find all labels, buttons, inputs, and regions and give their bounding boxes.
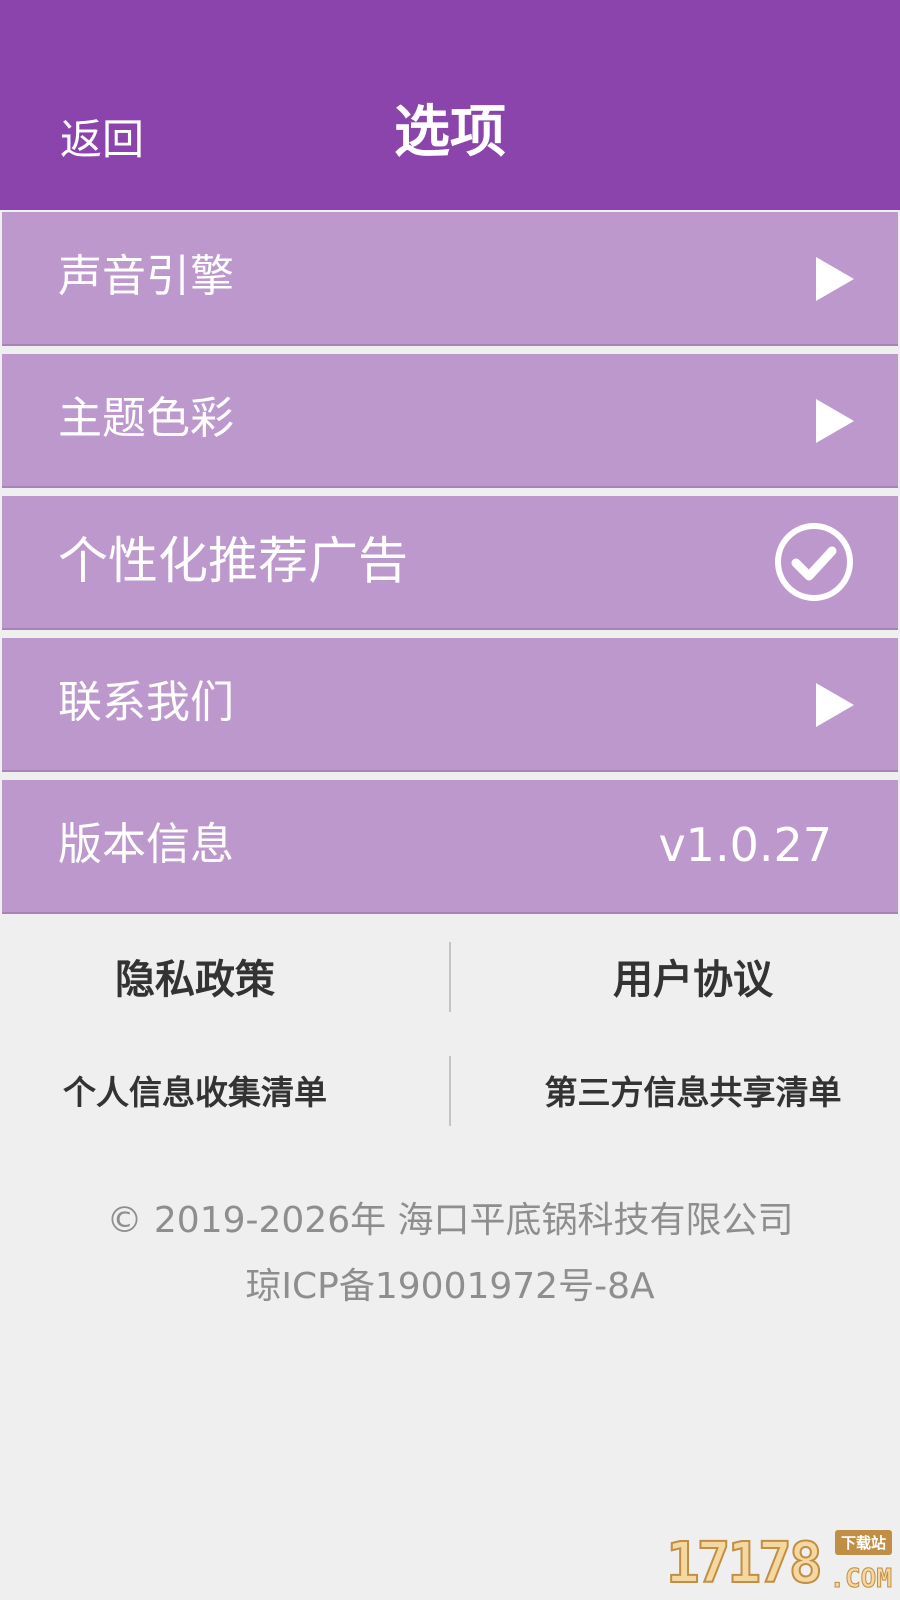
copyright-text: © 2019-2026年 海口平底锅科技有限公司 <box>106 1200 794 1241</box>
menu-item-theme-color[interactable]: 主题色彩 <box>2 354 898 488</box>
watermark-tag: 下载站 <box>834 1530 892 1555</box>
check-circle-icon[interactable] <box>774 522 854 602</box>
divider <box>449 942 451 1012</box>
menu-item-version-info: 版本信息 v1.0.27 <box>2 780 898 914</box>
top-bar: 返回 选项 <box>0 0 900 210</box>
user-agreement-link[interactable]: 用户协议 <box>468 952 900 1008</box>
options-menu: 声音引擎 主题色彩 个性化推荐广告 联系我们 版本信息 v1.0.27 <box>2 212 898 922</box>
site-watermark-logo: 17178 下载站 .COM <box>665 1530 893 1596</box>
privacy-policy-link[interactable]: 隐私政策 <box>0 952 420 1008</box>
menu-item-personalized-ads[interactable]: 个性化推荐广告 <box>2 496 898 630</box>
menu-item-label: 声音引擎 <box>58 251 234 302</box>
watermark-suffix: .COM <box>829 1564 893 1595</box>
menu-item-label: 联系我们 <box>58 677 234 728</box>
third-party-list-link[interactable]: 第三方信息共享清单 <box>468 1068 900 1118</box>
icp-text: 琼ICP备19001972号-8A <box>245 1266 655 1307</box>
policy-links: 隐私政策 用户协议 <box>0 940 900 1020</box>
info-list-links: 个人信息收集清单 第三方信息共享清单 <box>0 1056 900 1136</box>
page-title: 选项 <box>394 100 506 165</box>
menu-item-sound-engine[interactable]: 声音引擎 <box>2 212 898 346</box>
arrow-right-icon <box>816 683 854 727</box>
menu-item-label: 个性化推荐广告 <box>58 532 408 590</box>
version-value: v1.0.27 <box>658 818 832 872</box>
watermark-number: 17178 <box>665 1531 824 1596</box>
divider <box>449 1056 451 1126</box>
arrow-right-icon <box>816 257 854 301</box>
personal-info-list-link[interactable]: 个人信息收集清单 <box>0 1068 420 1118</box>
menu-item-label: 主题色彩 <box>58 393 234 444</box>
menu-item-contact-us[interactable]: 联系我们 <box>2 638 898 772</box>
arrow-right-icon <box>816 399 854 443</box>
menu-item-label: 版本信息 <box>58 819 234 870</box>
